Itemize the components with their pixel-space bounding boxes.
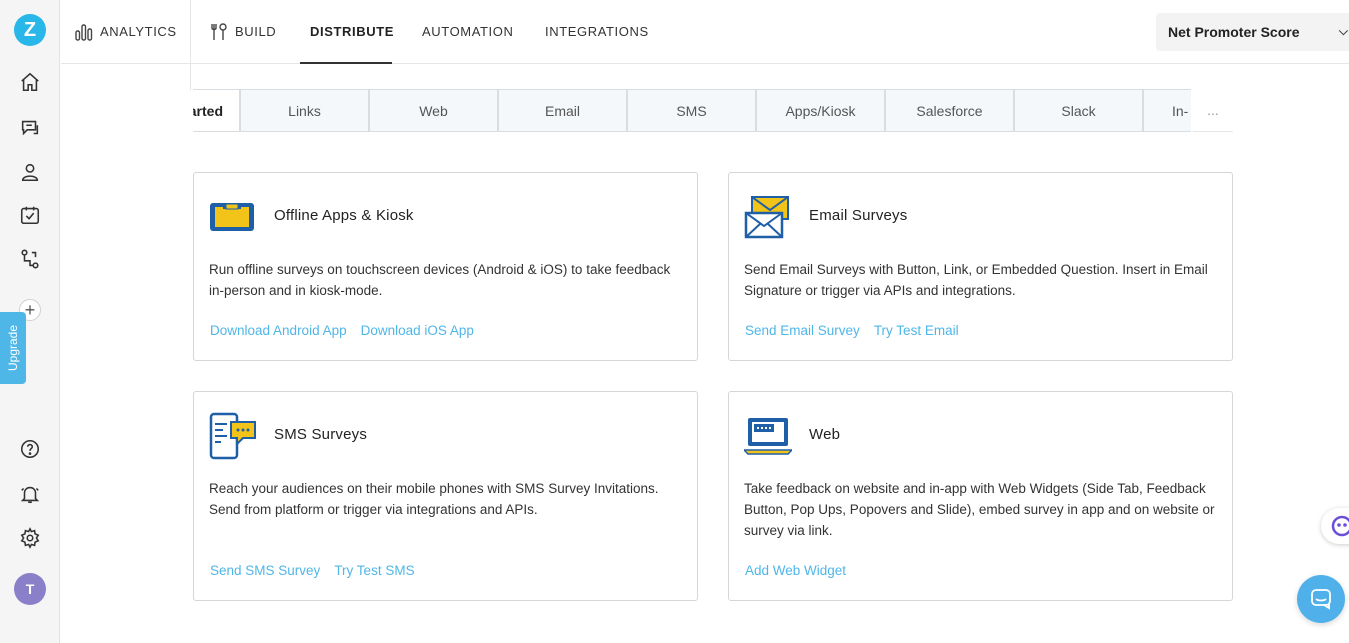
card-description: Reach your audiences on their mobile pho… bbox=[209, 481, 659, 517]
tab-web[interactable]: Web bbox=[369, 89, 498, 132]
card-description: Run offline surveys on touchscreen devic… bbox=[209, 262, 671, 298]
card-links: Download Android App Download iOS App bbox=[210, 323, 474, 338]
nav-automation[interactable]: AUTOMATION bbox=[422, 0, 513, 63]
card-description: Send Email Surveys with Button, Link, or… bbox=[744, 262, 1208, 298]
bell-icon[interactable] bbox=[18, 482, 42, 506]
card-title: Offline Apps & Kiosk bbox=[274, 207, 414, 224]
card-links: Send Email Survey Try Test Email bbox=[745, 323, 959, 338]
tab-links[interactable]: Links bbox=[240, 89, 369, 132]
tab-slack[interactable]: Slack bbox=[1014, 89, 1143, 132]
survey-select-value: Net Promoter Score bbox=[1168, 24, 1300, 40]
laptop-icon bbox=[742, 412, 794, 460]
tab-email[interactable]: Email bbox=[498, 89, 627, 132]
try-test-email-link[interactable]: Try Test Email bbox=[874, 323, 959, 338]
avatar[interactable]: T bbox=[14, 573, 46, 605]
download-ios-app-link[interactable]: Download iOS App bbox=[361, 323, 474, 338]
chat-bubble-icon bbox=[1311, 589, 1331, 610]
calendar-check-icon[interactable] bbox=[18, 203, 42, 227]
nav-integrations[interactable]: INTEGRATIONS bbox=[545, 0, 649, 63]
upgrade-button[interactable]: Upgrade bbox=[0, 312, 26, 384]
card-email-surveys: Email Surveys Send Email Surveys with Bu… bbox=[728, 172, 1233, 361]
card-title: Email Surveys bbox=[809, 207, 908, 224]
zonka-logo[interactable]: Z bbox=[14, 14, 46, 46]
tab-sms[interactable]: SMS bbox=[627, 89, 756, 132]
survey-select[interactable]: Net Promoter Score ⌵ bbox=[1156, 13, 1349, 51]
nav-build-label: BUILD bbox=[235, 24, 277, 39]
settings-icon[interactable] bbox=[18, 526, 42, 550]
tablet-kiosk-icon bbox=[209, 193, 257, 241]
card-title: Web bbox=[809, 426, 841, 443]
tab-apps-kiosk[interactable]: Apps/Kiosk bbox=[756, 89, 885, 132]
top-navigation: ANALYTICS BUILD DISTRIBUTE AUTOMATION IN… bbox=[61, 0, 1349, 64]
send-sms-survey-link[interactable]: Send SMS Survey bbox=[210, 563, 320, 578]
chat-support-button[interactable] bbox=[1297, 575, 1345, 623]
nav-automation-label: AUTOMATION bbox=[422, 24, 514, 39]
nav-integrations-label: INTEGRATIONS bbox=[545, 24, 649, 39]
tab-getting-started[interactable]: arted bbox=[193, 89, 240, 132]
card-offline-apps: Offline Apps & Kiosk Run offline surveys… bbox=[193, 172, 698, 361]
help-icon[interactable] bbox=[18, 437, 42, 461]
nav-build[interactable]: BUILD bbox=[209, 0, 276, 63]
sidebar: Z + Upgrade T bbox=[0, 0, 60, 643]
card-description: Take feedback on website and in-app with… bbox=[744, 481, 1215, 538]
nav-distribute-label: DISTRIBUTE bbox=[310, 24, 394, 39]
home-icon[interactable] bbox=[18, 70, 42, 94]
send-email-survey-link[interactable]: Send Email Survey bbox=[745, 323, 860, 338]
chatbot-icon[interactable] bbox=[1321, 508, 1349, 544]
tabs-more-button[interactable]: ... bbox=[1193, 89, 1233, 132]
chat-icon[interactable] bbox=[18, 116, 42, 140]
nav-analytics-label: ANALYTICS bbox=[100, 24, 177, 39]
tab-salesforce[interactable]: Salesforce bbox=[885, 89, 1014, 132]
build-icon bbox=[211, 22, 227, 40]
nav-divider bbox=[190, 0, 191, 63]
chevron-down-icon: ⌵ bbox=[1338, 24, 1348, 38]
content-divider bbox=[190, 64, 191, 90]
nav-analytics[interactable]: ANALYTICS bbox=[74, 0, 177, 63]
try-test-sms-link[interactable]: Try Test SMS bbox=[334, 563, 414, 578]
card-links: Add Web Widget bbox=[745, 563, 846, 578]
envelope-icon bbox=[744, 193, 792, 241]
channel-tabs: arted Links Web Email SMS Apps/Kiosk Sal… bbox=[193, 89, 1191, 132]
active-tab-underline bbox=[300, 62, 392, 64]
upgrade-label: Upgrade bbox=[6, 324, 20, 372]
user-icon[interactable] bbox=[18, 160, 42, 184]
add-web-widget-link[interactable]: Add Web Widget bbox=[745, 563, 846, 578]
download-android-app-link[interactable]: Download Android App bbox=[210, 323, 347, 338]
nav-distribute[interactable]: DISTRIBUTE bbox=[310, 0, 394, 63]
card-links: Send SMS Survey Try Test SMS bbox=[210, 563, 415, 578]
card-sms-surveys: SMS Surveys Reach your audiences on thei… bbox=[193, 391, 698, 601]
analytics-icon bbox=[75, 23, 93, 41]
card-web: Web Take feedback on website and in-app … bbox=[728, 391, 1233, 601]
phone-message-icon bbox=[209, 412, 257, 460]
card-title: SMS Surveys bbox=[274, 426, 368, 443]
workflow-icon[interactable] bbox=[18, 247, 42, 271]
tab-in-app[interactable]: In- bbox=[1143, 89, 1191, 132]
